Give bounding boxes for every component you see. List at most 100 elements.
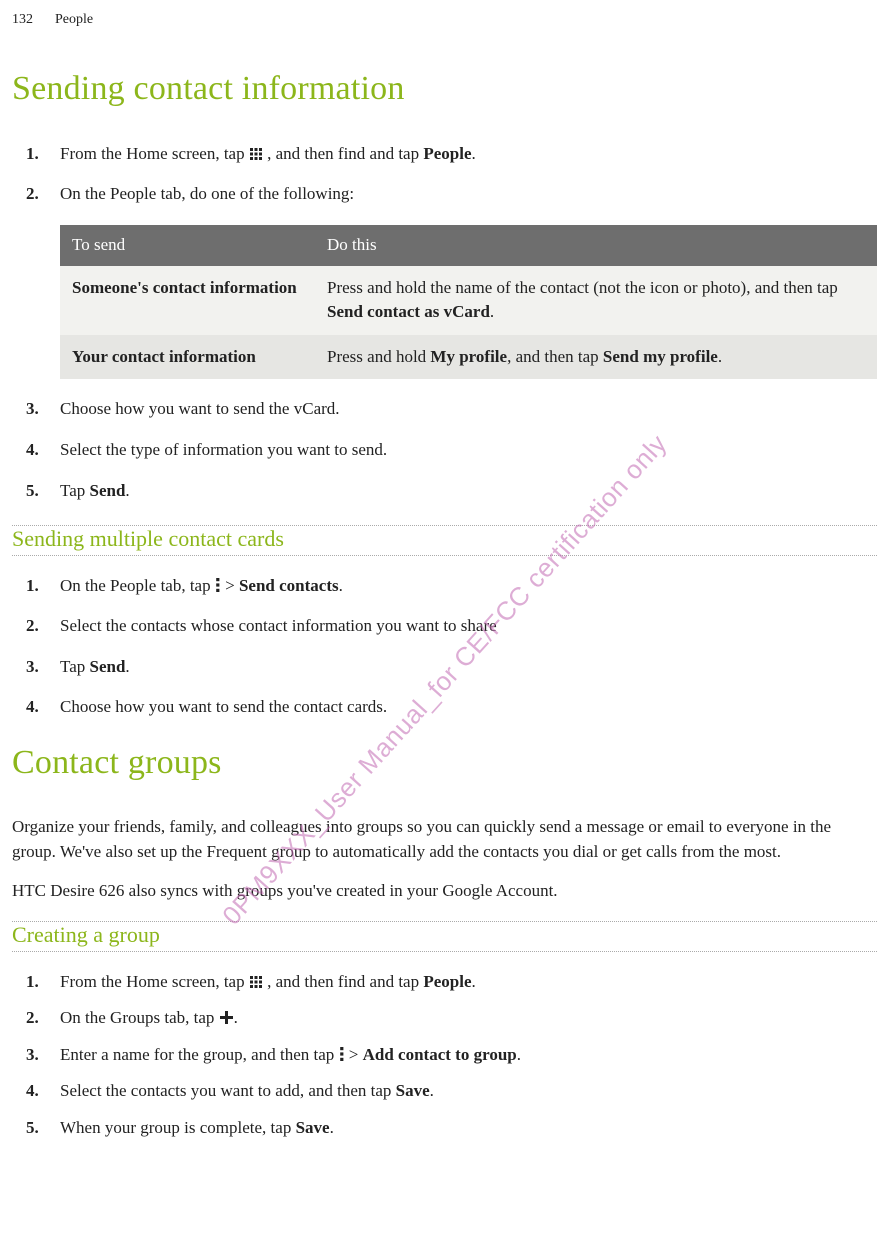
steps-list-1a: 1. From the Home screen, tap , and then … xyxy=(12,142,877,207)
step-tail: . xyxy=(125,481,129,500)
step-item: 1. From the Home screen, tap , and then … xyxy=(60,970,877,995)
step-item: 5. Tap Send. xyxy=(60,479,877,504)
bold-term: Save xyxy=(396,1081,430,1100)
step-number: 1. xyxy=(26,574,39,599)
table-cell: Press and hold the name of the contact (… xyxy=(315,266,877,335)
cell-text: Press and hold the name of the contact (… xyxy=(327,278,838,297)
table-row: Your contact information Press and hold … xyxy=(60,335,877,380)
step-text: Select the contacts you want to add, and… xyxy=(60,1081,396,1100)
step-text: Choose how you want to send the vCard. xyxy=(60,399,340,418)
table-row: Someone's contact information Press and … xyxy=(60,266,877,335)
page-root: 0PM9XXX_User Manual_for CE/FCC certifica… xyxy=(0,0,889,1173)
bold-term: Send xyxy=(90,657,126,676)
bold-term: People xyxy=(423,144,471,163)
step-text: Tap xyxy=(60,657,90,676)
bold-term: My profile xyxy=(430,347,507,366)
step-text: Tap xyxy=(60,481,90,500)
step-number: 2. xyxy=(26,614,39,639)
step-mid: > xyxy=(225,576,239,595)
table-header: To send xyxy=(60,225,315,266)
step-text: When your group is complete, tap xyxy=(60,1118,296,1137)
page-header: 132 People xyxy=(12,6,877,48)
step-number: 3. xyxy=(26,655,39,680)
bold-term: Send my profile xyxy=(603,347,718,366)
step-tail: . xyxy=(517,1045,521,1064)
dotted-line xyxy=(12,951,877,952)
section-title-sending-contact-info: Sending contact information xyxy=(12,64,877,113)
apps-grid-icon xyxy=(249,975,263,989)
paragraph: HTC Desire 626 also syncs with groups yo… xyxy=(12,879,877,904)
page-number: 132 xyxy=(12,10,33,30)
step-text: From the Home screen, tap xyxy=(60,144,249,163)
more-vert-icon xyxy=(339,1046,345,1062)
options-table: To send Do this Someone's contact inform… xyxy=(60,225,877,380)
section-title-contact-groups: Contact groups xyxy=(12,738,877,787)
step-tail: . xyxy=(430,1081,434,1100)
bold-term: Send contacts xyxy=(239,576,339,595)
step-item: 4. Choose how you want to send the conta… xyxy=(60,695,877,720)
step-mid: > xyxy=(349,1045,363,1064)
bold-term: Add contact to group xyxy=(363,1045,517,1064)
step-item: 4. Select the contacts you want to add, … xyxy=(60,1079,877,1104)
step-number: 1. xyxy=(26,142,39,167)
step-item: 1. On the People tab, tap > Send contact… xyxy=(60,574,877,599)
step-number: 4. xyxy=(26,438,39,463)
step-text: Choose how you want to send the contact … xyxy=(60,697,387,716)
options-table-wrap: To send Do this Someone's contact inform… xyxy=(12,225,877,380)
step-tail: . xyxy=(339,576,343,595)
steps-list-1b: 3. Choose how you want to send the vCard… xyxy=(12,397,877,503)
cell-tail: . xyxy=(490,302,494,321)
table-cell-label: Your contact information xyxy=(60,335,315,380)
table-header: Do this xyxy=(315,225,877,266)
step-item: 2. Select the contacts whose contact inf… xyxy=(60,614,877,639)
step-text: Enter a name for the group, and then tap xyxy=(60,1045,339,1064)
step-item: 2. On the Groups tab, tap . xyxy=(60,1006,877,1031)
step-tail: . xyxy=(472,972,476,991)
steps-list-4: 1. From the Home screen, tap , and then … xyxy=(12,970,877,1141)
step-number: 1. xyxy=(26,970,39,995)
step-item: 5. When your group is complete, tap Save… xyxy=(60,1116,877,1141)
sub-title-wrap: Creating a group xyxy=(12,917,877,955)
bold-term: People xyxy=(423,972,471,991)
step-tail: . xyxy=(234,1008,238,1027)
step-number: 2. xyxy=(26,182,39,207)
cell-mid: , and then tap xyxy=(507,347,603,366)
step-number: 4. xyxy=(26,695,39,720)
step-number: 5. xyxy=(26,479,39,504)
bold-term: Send contact as vCard xyxy=(327,302,490,321)
step-text: , and then find and tap xyxy=(267,144,423,163)
step-text: Select the contacts whose contact inform… xyxy=(60,616,497,635)
dotted-line xyxy=(12,555,877,556)
sub-title-sending-multiple: Sending multiple contact cards xyxy=(12,527,284,551)
steps-list-2: 1. On the People tab, tap > Send contact… xyxy=(12,574,877,721)
step-item: 3. Tap Send. xyxy=(60,655,877,680)
cell-tail: . xyxy=(718,347,722,366)
step-tail: . xyxy=(330,1118,334,1137)
step-text: Select the type of information you want … xyxy=(60,440,387,459)
step-text: From the Home screen, tap xyxy=(60,972,249,991)
step-text: On the People tab, do one of the followi… xyxy=(60,184,354,203)
apps-grid-icon xyxy=(249,147,263,161)
step-tail: . xyxy=(472,144,476,163)
paragraph: Organize your friends, family, and colle… xyxy=(12,815,877,864)
sub-title-wrap: Sending multiple contact cards xyxy=(12,521,877,559)
bold-term: Send xyxy=(90,481,126,500)
step-number: 4. xyxy=(26,1079,39,1104)
sub-title-creating-group: Creating a group xyxy=(12,923,160,947)
step-tail: . xyxy=(125,657,129,676)
bold-term: Save xyxy=(296,1118,330,1137)
step-number: 3. xyxy=(26,397,39,422)
chapter-title: People xyxy=(55,10,93,30)
step-item: 3. Enter a name for the group, and then … xyxy=(60,1043,877,1068)
more-vert-icon xyxy=(215,577,221,593)
step-item: 4. Select the type of information you wa… xyxy=(60,438,877,463)
plus-icon xyxy=(219,1010,234,1025)
step-text: On the Groups tab, tap xyxy=(60,1008,219,1027)
step-text: On the People tab, tap xyxy=(60,576,215,595)
table-cell-label: Someone's contact information xyxy=(60,266,315,335)
step-text: , and then find and tap xyxy=(267,972,423,991)
step-item: 1. From the Home screen, tap , and then … xyxy=(60,142,877,167)
cell-text: Press and hold xyxy=(327,347,430,366)
step-item: 2. On the People tab, do one of the foll… xyxy=(60,182,877,207)
step-number: 5. xyxy=(26,1116,39,1141)
